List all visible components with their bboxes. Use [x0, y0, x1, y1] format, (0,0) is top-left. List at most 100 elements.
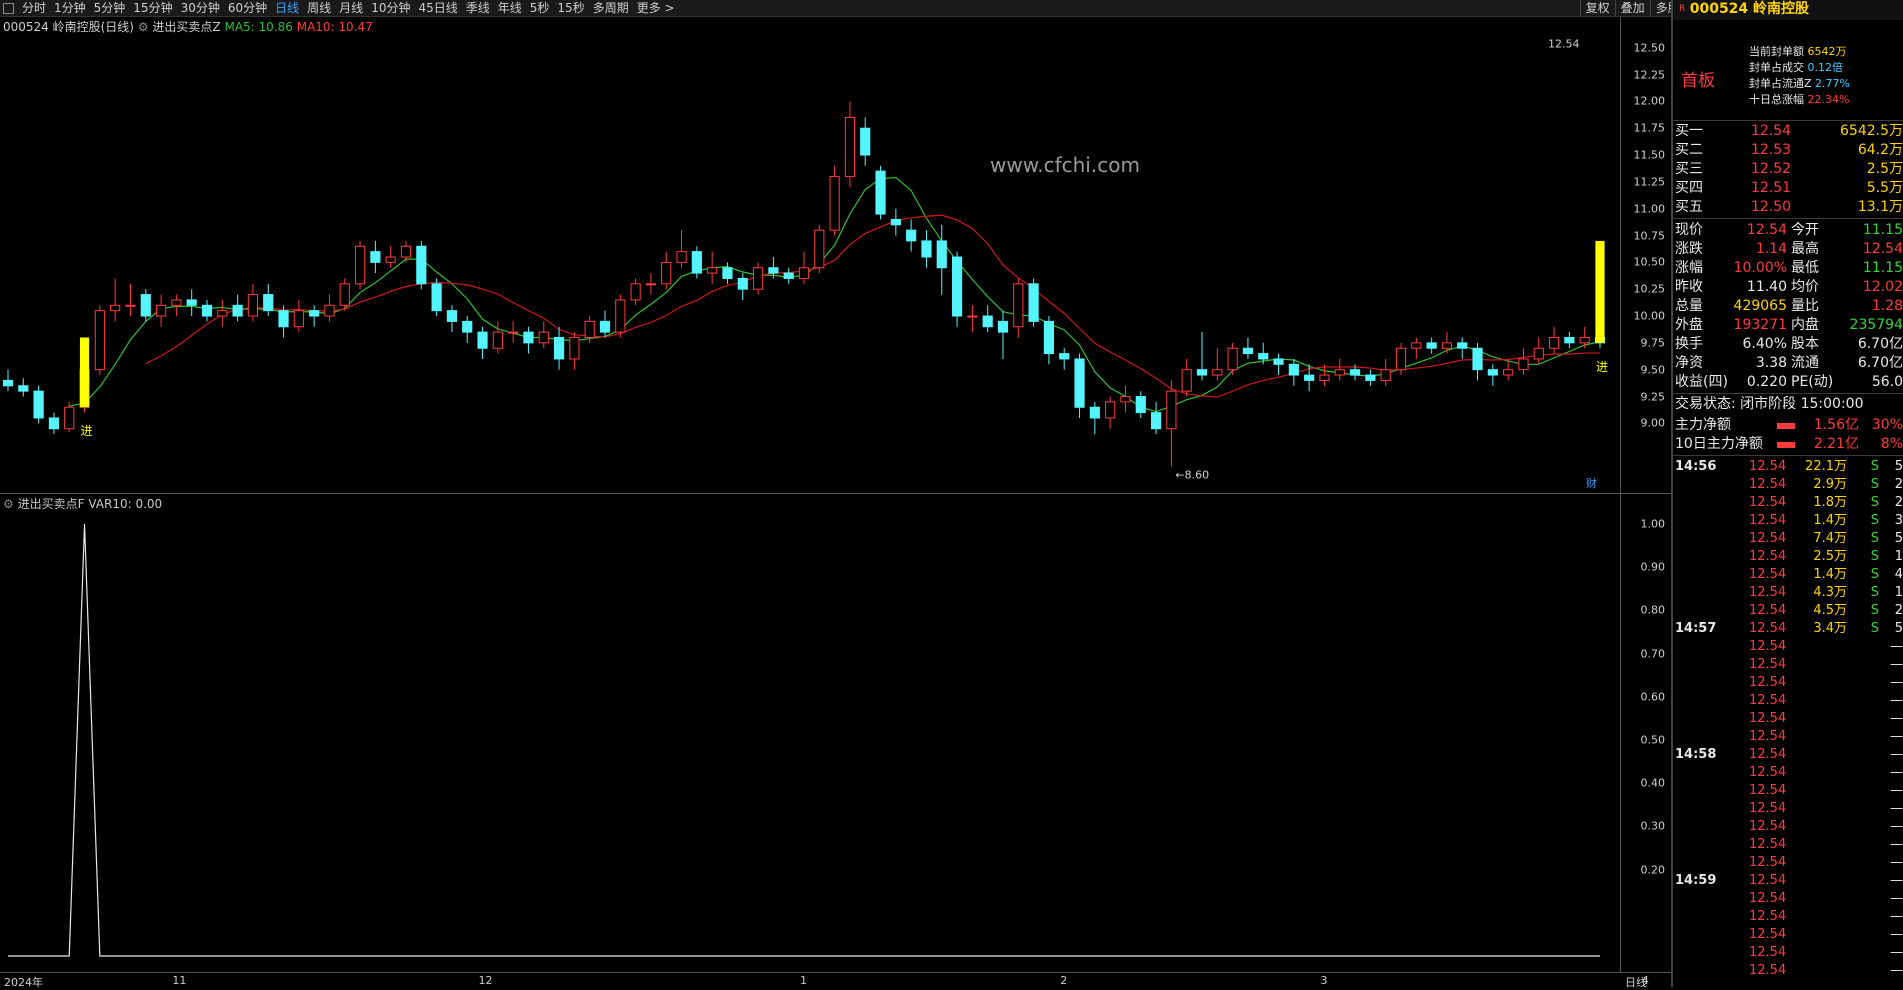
candle-body[interactable] — [1457, 342, 1468, 349]
candle-body[interactable] — [691, 251, 702, 274]
candle-body[interactable] — [737, 277, 748, 290]
candle-body[interactable] — [967, 315, 978, 318]
candle-body[interactable] — [707, 267, 718, 274]
candle-body[interactable] — [446, 310, 458, 322]
tab-period[interactable]: 30分钟 — [177, 0, 224, 16]
tab-period[interactable]: 更多 > — [633, 0, 679, 16]
candle-body[interactable] — [538, 331, 549, 344]
tab-period[interactable]: 10分钟 — [367, 0, 414, 16]
candle-body[interactable] — [385, 256, 396, 263]
candle-body[interactable] — [2, 379, 14, 387]
candle-body[interactable] — [1120, 396, 1131, 403]
candle-body[interactable] — [140, 294, 151, 317]
tab-period[interactable]: 15秒 — [553, 0, 588, 16]
candle-body[interactable] — [1487, 369, 1498, 376]
candle-body[interactable] — [508, 331, 519, 334]
candle-body[interactable] — [1533, 347, 1544, 360]
candle-body[interactable] — [33, 390, 44, 419]
candle-body[interactable] — [1181, 369, 1192, 392]
candle-body[interactable] — [1395, 347, 1407, 371]
candle-body[interactable] — [860, 127, 871, 156]
candle-body[interactable] — [186, 299, 197, 306]
candle-body[interactable] — [1518, 358, 1529, 371]
candle-body[interactable] — [1548, 336, 1560, 349]
candle-body[interactable] — [569, 336, 580, 360]
candle-body[interactable] — [324, 304, 335, 317]
bid-row[interactable]: 买四 12.51 5.5万 — [1673, 179, 1903, 198]
candle-body[interactable] — [1089, 406, 1100, 419]
bid-row[interactable]: 买一 12.54 6542.5万 — [1673, 122, 1903, 141]
tab-period[interactable]: 15分钟 — [129, 0, 176, 16]
toolbar-button[interactable]: 复权 — [1579, 0, 1615, 16]
candle-body[interactable] — [630, 283, 641, 301]
candle-body[interactable] — [1166, 390, 1177, 430]
candle-body[interactable] — [829, 176, 840, 231]
candle-body[interactable] — [1043, 320, 1055, 355]
candle-body[interactable] — [339, 283, 350, 306]
candle-body[interactable] — [247, 294, 259, 317]
candle-body[interactable] — [400, 245, 412, 258]
candle-body[interactable] — [1334, 369, 1345, 376]
candle-body[interactable] — [936, 240, 947, 269]
candle-body[interactable] — [1472, 347, 1483, 371]
candle-body[interactable] — [1288, 363, 1299, 376]
candle-body[interactable] — [752, 267, 764, 290]
tab-period[interactable]: 季线 — [462, 0, 494, 16]
candle-body[interactable] — [1227, 347, 1238, 371]
candle-body[interactable] — [1365, 374, 1376, 381]
candle-body[interactable] — [278, 310, 289, 328]
candle-body[interactable] — [354, 245, 366, 285]
candle-body[interactable] — [1059, 353, 1070, 360]
candle-body[interactable] — [232, 304, 243, 317]
candle-body[interactable] — [722, 267, 733, 279]
candle-body[interactable] — [921, 240, 932, 258]
candle-body[interactable] — [1349, 369, 1361, 376]
candle-body[interactable] — [1380, 369, 1391, 381]
tab-period[interactable]: 45日线 — [414, 0, 461, 16]
candle-body[interactable] — [1579, 336, 1590, 344]
candle-body[interactable] — [982, 315, 993, 328]
tab-period[interactable]: 分时 — [18, 0, 50, 16]
candle-body[interactable] — [18, 385, 29, 392]
candle-body[interactable] — [783, 272, 794, 279]
candle-body[interactable] — [997, 320, 1009, 333]
menu-icon[interactable] — [3, 2, 14, 14]
candle-body[interactable] — [462, 320, 473, 333]
candle-body[interactable] — [431, 283, 442, 312]
candle-body[interactable] — [615, 299, 626, 333]
candle-body[interactable] — [201, 304, 213, 317]
candlestick-plot[interactable]: 进进←8.6012.54财 — [0, 17, 1620, 493]
candle-body[interactable] — [553, 336, 565, 360]
tab-period[interactable]: 年线 — [494, 0, 526, 16]
candle-body[interactable] — [1212, 369, 1223, 376]
candle-body[interactable] — [309, 310, 320, 317]
candle-body[interactable] — [94, 310, 105, 371]
candle-body[interactable] — [599, 320, 611, 333]
tab-period[interactable]: 日线 — [271, 0, 303, 16]
candle-body[interactable] — [477, 331, 488, 349]
candle-body[interactable] — [814, 229, 825, 269]
candle-body[interactable] — [370, 251, 381, 263]
candle-body[interactable] — [1135, 396, 1146, 414]
candle-body[interactable] — [1411, 342, 1422, 349]
candle-body[interactable] — [645, 283, 657, 286]
candle-body[interactable] — [768, 267, 779, 274]
toolbar-button[interactable]: 叠加 — [1614, 0, 1650, 16]
candle-body[interactable] — [1258, 353, 1269, 360]
tab-period[interactable]: 周线 — [303, 0, 335, 16]
candle-body[interactable] — [584, 320, 595, 338]
candle-body[interactable] — [798, 267, 810, 279]
bid-row[interactable]: 买五 12.50 13.1万 — [1673, 198, 1903, 217]
candle-body[interactable] — [661, 261, 672, 285]
candle-body[interactable] — [1105, 401, 1116, 419]
tab-period[interactable]: 5秒 — [526, 0, 554, 16]
candle-body[interactable] — [1273, 358, 1284, 365]
candle-body[interactable] — [1013, 283, 1024, 328]
candle-body[interactable] — [1426, 342, 1437, 349]
candle-body[interactable] — [110, 304, 121, 312]
candle-body[interactable] — [1441, 342, 1453, 349]
tab-period[interactable]: 月线 — [335, 0, 367, 16]
candle-body[interactable] — [875, 170, 886, 215]
candle-body[interactable] — [171, 299, 182, 306]
tab-period[interactable]: 5分钟 — [90, 0, 130, 16]
